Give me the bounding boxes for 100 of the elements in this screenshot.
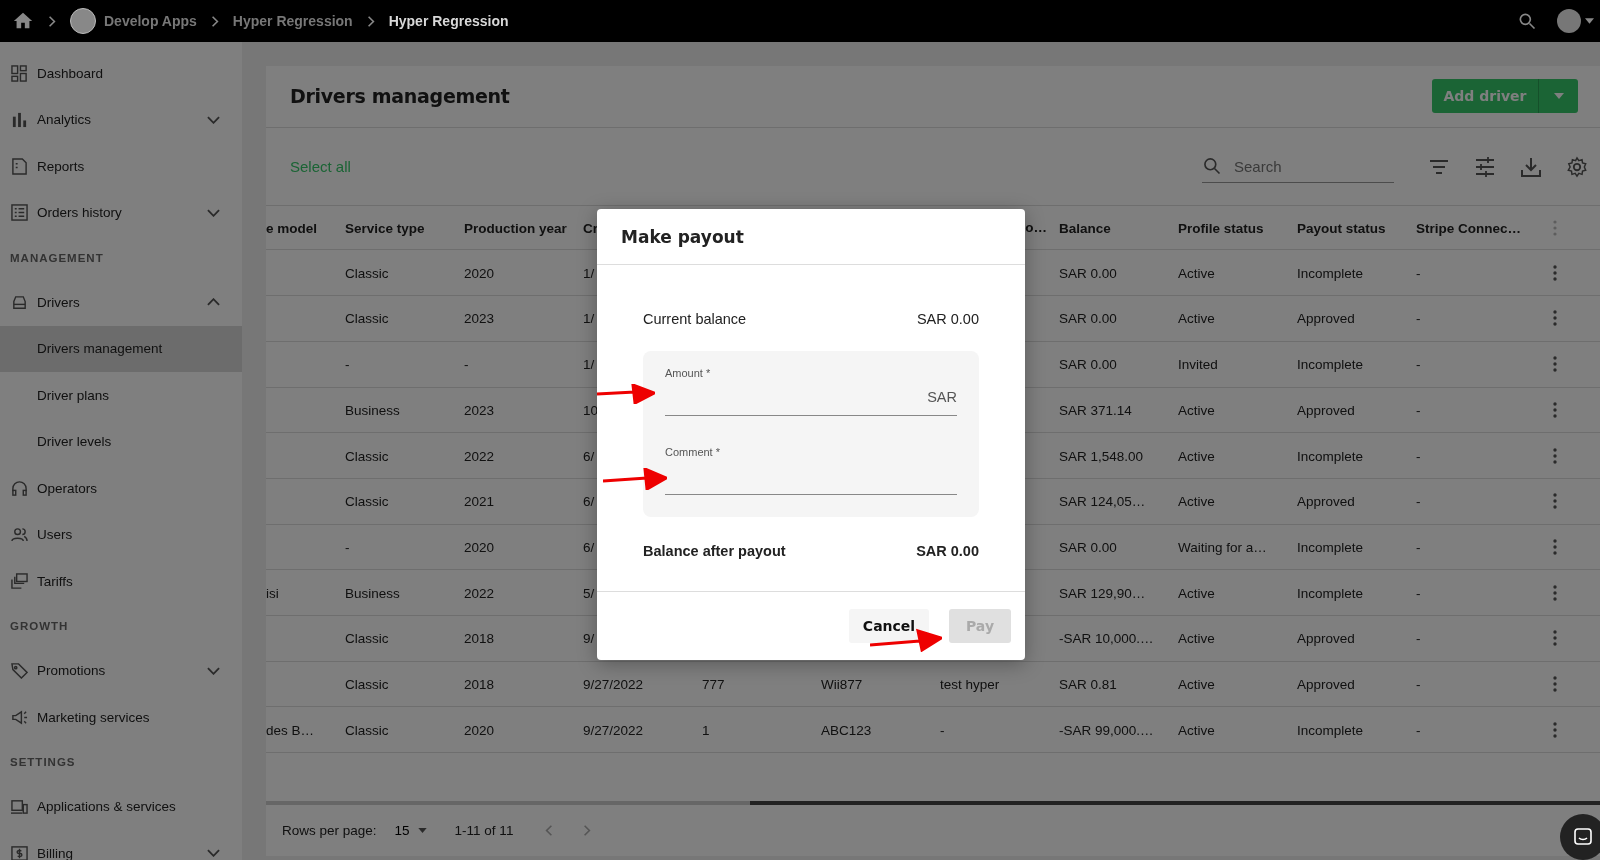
table-cell: Approved — [1297, 677, 1355, 692]
column-header: Cr — [583, 220, 598, 236]
table-cell: 2021 — [464, 494, 495, 510]
table-cell: -SAR 99,000.… — [1059, 722, 1154, 738]
table-cell: Approved — [1297, 494, 1355, 510]
document-icon — [11, 157, 28, 175]
column-header: Profile status — [1178, 220, 1264, 236]
annotation-arrow — [603, 468, 667, 490]
table-cell: Classic — [345, 494, 389, 510]
table-cell: 10 — [583, 402, 599, 418]
column-header: e model — [266, 220, 317, 236]
sidebar-subitem[interactable]: Drivers management — [0, 325, 242, 372]
breadcrumb-link[interactable]: Hyper Regression — [232, 13, 353, 29]
table-cell: SAR 371.14 — [1059, 402, 1132, 418]
table-cell: Incomplete — [1297, 357, 1364, 373]
sidebar-item[interactable]: Promotions — [0, 647, 242, 694]
kebab-menu-icon[interactable] — [1553, 538, 1557, 555]
sidebar-item[interactable]: Users — [0, 511, 242, 558]
kebab-menu-icon[interactable] — [1553, 493, 1557, 510]
table-cell: SAR 0.81 — [1059, 677, 1117, 692]
sliders-icon[interactable] — [1474, 155, 1496, 178]
kebab-menu-icon[interactable] — [1553, 630, 1557, 647]
chevron-down-icon[interactable] — [207, 849, 220, 858]
user-avatar[interactable] — [1557, 9, 1581, 33]
sidebar-item[interactable]: Drivers — [0, 279, 242, 326]
tag-icon — [11, 662, 28, 680]
kebab-menu-icon[interactable] — [1553, 584, 1557, 601]
table-cell: Incomplete — [1297, 265, 1364, 281]
chevron-up-icon[interactable] — [207, 298, 220, 307]
table-cell: - — [1416, 722, 1421, 738]
chevron-down-icon[interactable] — [207, 666, 220, 675]
table-cell: isi — [266, 585, 279, 601]
table-cell: 1/ — [583, 311, 595, 327]
kebab-menu-icon[interactable] — [1553, 356, 1557, 373]
sidebar-item[interactable]: Billing — [0, 830, 242, 860]
rows-per-page-select[interactable]: 15 — [388, 821, 433, 839]
kebab-menu-icon[interactable] — [1553, 310, 1557, 327]
kebab-menu-icon[interactable] — [1553, 447, 1557, 464]
sidebar-item[interactable]: Tariffs — [0, 558, 242, 605]
balance-value: SAR 0.00 — [916, 311, 979, 327]
table-cell: -SAR 10,000.… — [1059, 631, 1154, 647]
table-cell: 2020 — [464, 539, 495, 555]
table-cell: Business — [345, 402, 400, 418]
chevron-down-icon[interactable] — [207, 208, 220, 217]
search-icon — [1202, 156, 1222, 177]
table-cell: 2022 — [464, 448, 495, 464]
column-header: Balance — [1059, 220, 1111, 236]
column-header: Service type — [345, 220, 425, 236]
table-cell: SAR 0.00 — [1059, 265, 1117, 281]
table-cell: Active — [1178, 585, 1215, 601]
table-cell: - — [1416, 677, 1421, 692]
caret-down-icon[interactable] — [1585, 18, 1594, 24]
kebab-menu-icon[interactable] — [1553, 676, 1557, 692]
sidebar-subitem[interactable]: Driver plans — [0, 372, 242, 419]
balance-after-label: Balance after payout — [643, 543, 786, 559]
search-field[interactable]: Search — [1232, 156, 1376, 176]
table-cell: 2020 — [464, 265, 495, 281]
search-icon[interactable] — [1517, 11, 1537, 31]
section-heading: SETTINGS — [10, 756, 76, 768]
breadcrumb-link[interactable]: Hyper Regression — [388, 13, 509, 29]
rows-per-page-label: Rows per page: — [282, 822, 377, 838]
sidebar-item[interactable]: Analytics — [0, 96, 242, 143]
table-cell: Business — [345, 585, 400, 601]
dialog-title: Make payout — [621, 226, 744, 247]
table-cell: des B… — [266, 722, 315, 738]
balance-label: Current balance — [643, 311, 747, 327]
input-field[interactable]: Comment * — [665, 446, 957, 495]
sidebar-item[interactable]: Operators — [0, 465, 242, 512]
sidebar-subitem[interactable]: Driver levels — [0, 418, 242, 465]
breadcrumb-link[interactable]: Develop Apps — [104, 13, 197, 29]
chevron-down-icon[interactable] — [207, 115, 220, 124]
table-cell: 9/27/2022 — [583, 677, 644, 692]
table-cell: Classic — [345, 677, 389, 692]
kebab-menu-icon[interactable] — [1553, 264, 1557, 281]
dashboard-grid-icon — [11, 64, 28, 82]
sidebar-item[interactable]: Dashboard — [0, 50, 242, 97]
sidebar-item[interactable]: Applications & services — [0, 783, 242, 830]
download-icon[interactable] — [1520, 155, 1542, 178]
table-cell: Active — [1178, 311, 1215, 327]
table-cell: - — [464, 357, 469, 373]
sidebar-item[interactable]: Marketing services — [0, 694, 242, 741]
table-cell: Active — [1178, 402, 1215, 418]
input-field[interactable]: Amount * SAR — [665, 367, 957, 416]
table-cell: - — [940, 722, 945, 738]
table-cell: 9/ — [583, 631, 595, 647]
kebab-menu-icon[interactable] — [1553, 401, 1557, 418]
cancel-button[interactable]: Cancel — [849, 609, 929, 643]
table-cell: Waiting for a… — [1178, 539, 1267, 555]
section-heading: MANAGEMENT — [10, 251, 104, 264]
table-cell: - — [1416, 402, 1421, 418]
table-cell: Active — [1178, 494, 1215, 510]
table-cell: Active — [1178, 677, 1215, 692]
settings-icon[interactable] — [1566, 155, 1588, 178]
sidebar-item[interactable]: Orders history — [0, 189, 242, 236]
sidebar-item[interactable]: Reports — [0, 143, 242, 190]
kebab-menu-icon[interactable] — [1553, 721, 1557, 738]
dropdown-button[interactable] — [1538, 79, 1578, 114]
column-header: Production year — [464, 220, 567, 236]
table-cell: 2018 — [464, 677, 495, 692]
scrollbar-thumb[interactable] — [750, 801, 1600, 805]
